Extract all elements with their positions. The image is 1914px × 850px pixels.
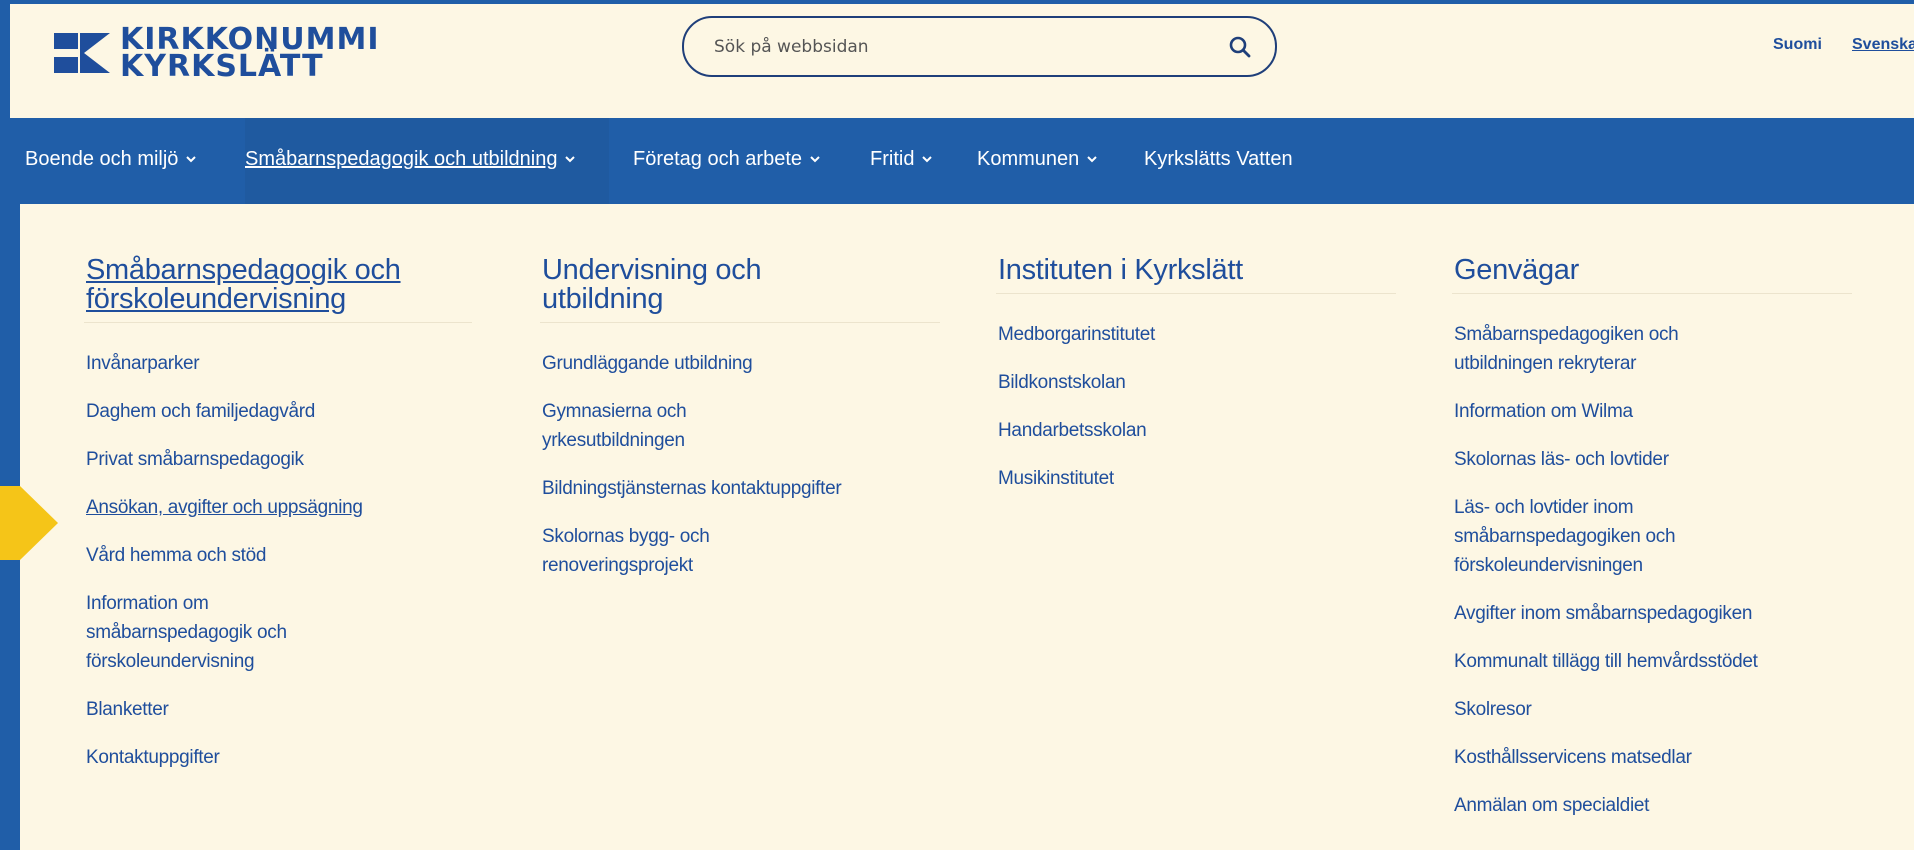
search-box (682, 16, 1277, 77)
column-links: Grundläggande utbildning Gymnasierna och… (540, 349, 940, 580)
column-divider (84, 322, 472, 323)
column-divider (996, 293, 1396, 294)
menu-link[interactable]: Läs- och lovtider inom småbarnspedagogik… (1454, 493, 1754, 580)
site-logo[interactable]: KIRKKONUMMI KYRKSLÄTT (54, 25, 380, 84)
menu-link[interactable]: Bildningstjänsternas kontaktuppgifter (542, 474, 940, 503)
nav-item-label: Företag och arbete (633, 148, 802, 170)
heading-line-1: Småbarnspedagogik och (86, 254, 401, 286)
nav-item-label: Kyrkslätts Vatten (1144, 148, 1293, 170)
column-heading: Undervisning och utbildning (540, 256, 940, 314)
chevron-down-icon (1087, 156, 1097, 163)
menu-link[interactable]: Information om Wilma (1454, 397, 1852, 426)
language-suomi[interactable]: Suomi (1773, 36, 1822, 54)
menu-link[interactable]: Kosthållsservicens matsedlar (1454, 743, 1852, 772)
chevron-down-icon (922, 156, 933, 163)
menu-column-genvagar: Genvägar Småbarnspedagogiken och utbildn… (1452, 256, 1852, 839)
menu-link[interactable]: Kommunalt tillägg till hemvårdsstödet (1454, 647, 1852, 676)
menu-link[interactable]: Daghem och familjedagvård (86, 397, 472, 426)
nav-item-label: Småbarnspedagogik och utbildning (245, 148, 558, 170)
language-svenska[interactable]: Svenska (1852, 36, 1914, 54)
menu-link[interactable]: Bildkonstskolan (998, 368, 1396, 397)
arrow-right-icon (0, 486, 58, 560)
chevron-down-icon (565, 156, 576, 163)
nav-item-label: Boende och miljö (25, 148, 179, 170)
nav-item-label: Fritid (870, 148, 915, 170)
menu-link[interactable]: Information om småbarnspedagogik och för… (86, 589, 346, 676)
nav-item-foretag[interactable]: Företag och arbete (633, 148, 820, 171)
menu-link[interactable]: Invånarparker (86, 349, 472, 378)
column-heading: Instituten i Kyrkslätt (998, 254, 1243, 286)
column-links: Medborgarinstitutet Bildkonstskolan Hand… (996, 320, 1396, 493)
menu-link[interactable]: Grundläggande utbildning (542, 349, 940, 378)
menu-link[interactable]: Privat småbarnspedagogik (86, 445, 472, 474)
column-links: Småbarnspedagogiken och utbildningen rek… (1452, 320, 1852, 820)
menu-link[interactable]: Anmälan om specialdiet (1454, 791, 1852, 820)
menu-column-undervisning: Undervisning och utbildning Grundläggand… (540, 256, 940, 599)
heading-line-1: Undervisning och (542, 254, 762, 286)
menu-link[interactable]: Skolornas bygg- och renoveringsprojekt (542, 522, 752, 580)
nav-item-smabarnspedagogik[interactable]: Småbarnspedagogik och utbildning (245, 148, 576, 171)
menu-link[interactable]: Skolornas läs- och lovtider (1454, 445, 1852, 474)
chevron-down-icon (186, 156, 197, 163)
heading-line-2: förskoleundervisning (86, 283, 346, 315)
heading-line-2: utbildning (542, 283, 664, 315)
search-icon (1229, 36, 1251, 57)
search-input[interactable] (714, 36, 1225, 57)
menu-link[interactable]: Skolresor (1454, 695, 1852, 724)
logo-wordmark: KIRKKONUMMI KYRKSLÄTT (120, 25, 380, 84)
column-heading-link[interactable]: Småbarnspedagogik och förskoleundervisni… (84, 256, 472, 314)
menu-link[interactable]: Vård hemma och stöd (86, 541, 472, 570)
menu-link[interactable]: Kontaktuppgifter (86, 743, 472, 772)
logo-line-2: KYRKSLÄTT (120, 49, 324, 84)
menu-link[interactable]: Handarbetsskolan (998, 416, 1396, 445)
menu-link[interactable]: Musikinstitutet (998, 464, 1396, 493)
nav-item-boende[interactable]: Boende och miljö (25, 148, 197, 171)
menu-column-instituten: Instituten i Kyrkslätt Medborgarinstitut… (996, 256, 1396, 512)
menu-link-current[interactable]: Ansökan, avgifter och uppsägning (86, 493, 472, 522)
nav-item-label: Kommunen (977, 148, 1080, 170)
menu-link[interactable]: Medborgarinstitutet (998, 320, 1396, 349)
menu-link[interactable]: Småbarnspedagogiken och utbildningen rek… (1454, 320, 1744, 378)
nav-item-fritid[interactable]: Fritid (870, 148, 933, 171)
logo-mark-icon (54, 33, 110, 73)
site-header: KIRKKONUMMI KYRKSLÄTT Suomi Svenska (10, 4, 1914, 118)
nav-item-vatten[interactable]: Kyrkslätts Vatten (1144, 148, 1293, 171)
column-links: Invånarparker Daghem och familjedagvård … (84, 349, 472, 772)
column-divider (1452, 293, 1852, 294)
chevron-down-icon (810, 156, 820, 163)
column-heading: Genvägar (1454, 254, 1579, 286)
menu-column-smabarnspedagogik: Småbarnspedagogik och förskoleundervisni… (84, 256, 472, 791)
search-button[interactable] (1225, 32, 1255, 62)
column-divider (540, 322, 940, 323)
menu-link[interactable]: Blanketter (86, 695, 472, 724)
nav-item-kommunen[interactable]: Kommunen (977, 148, 1097, 171)
menu-link[interactable]: Avgifter inom småbarnspedagogiken (1454, 599, 1852, 628)
mega-menu: Småbarnspedagogik och förskoleundervisni… (20, 204, 1914, 850)
menu-link[interactable]: Gymnasierna och yrkesutbildningen (542, 397, 742, 455)
main-nav: Boende och miljö Småbarnspedagogik och u… (10, 118, 1914, 204)
